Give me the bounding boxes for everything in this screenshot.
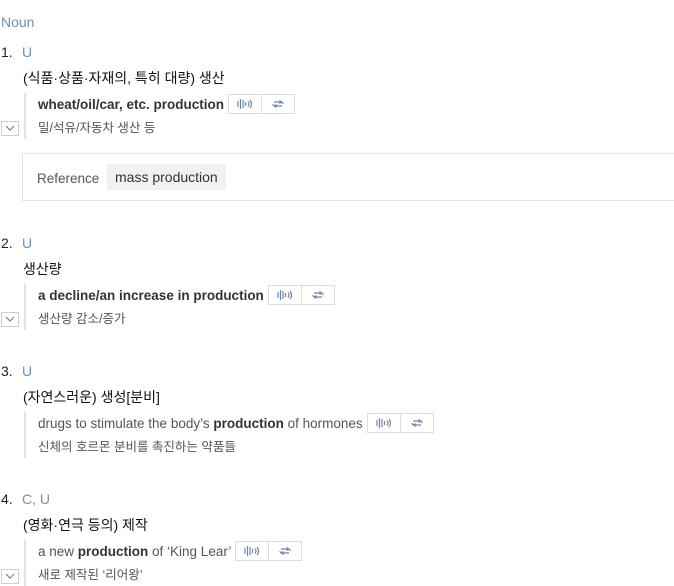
- chevron-down-icon: [5, 125, 15, 131]
- listen-button[interactable]: [269, 286, 301, 304]
- grammar-code: U: [22, 44, 33, 60]
- example-4: a new production of ‘King Lear’ 새로 제작된 ‘…: [24, 540, 666, 586]
- example-korean: 밀/석유/자동차 생산 등: [38, 121, 156, 135]
- sense-number: 3.: [1, 363, 13, 379]
- sense-definition: (자연스러운) 생성[분비]: [23, 389, 160, 405]
- reference-link[interactable]: mass production: [107, 164, 226, 190]
- repeat-icon: [279, 547, 291, 555]
- sound-wave-icon: [376, 418, 391, 428]
- sense-number: 2.: [1, 235, 13, 251]
- listen-button[interactable]: [229, 95, 261, 113]
- toggle-button[interactable]: [1, 121, 19, 136]
- example-english: wheat/oil/car, etc. production: [38, 93, 296, 115]
- sense-number: 1.: [1, 44, 13, 60]
- reference-box: Reference mass production: [22, 153, 674, 201]
- repeat-button[interactable]: [261, 95, 294, 113]
- sense-definition: (영화·연극 등의) 제작: [23, 517, 148, 533]
- example-korean: 새로 제작된 ‘리어왕’: [38, 568, 143, 582]
- example-english-pre: drugs to stimulate the body’s: [38, 415, 214, 431]
- example-audio-controls: [267, 285, 335, 305]
- example-english-post: of ‘King Lear’: [148, 543, 232, 559]
- sound-wave-icon: [277, 290, 292, 300]
- example-english: a decline/an increase in production: [38, 284, 335, 306]
- repeat-icon: [272, 100, 284, 108]
- sound-wave-icon: [237, 99, 253, 109]
- listen-button[interactable]: [236, 542, 268, 560]
- sense-definition: (식품·상품·자재의, 특히 대량) 생산: [23, 70, 225, 86]
- example-audio-controls: [228, 94, 296, 114]
- example-english-post: of hormones: [283, 415, 363, 431]
- toggle-button[interactable]: [1, 312, 19, 327]
- example-2: a decline/an increase in production 생산량 …: [24, 284, 666, 330]
- repeat-button[interactable]: [399, 414, 433, 432]
- sound-wave-icon: [244, 546, 260, 556]
- example-english: drugs to stimulate the body’s production…: [38, 412, 434, 434]
- pos-label: Noun: [1, 14, 35, 30]
- chevron-down-icon: [5, 573, 15, 579]
- repeat-button[interactable]: [268, 542, 301, 560]
- example-audio-controls: [235, 541, 303, 561]
- example-english-pre: a new: [38, 543, 78, 559]
- grammar-code: C, U: [22, 491, 50, 507]
- example-english-bold: wheat/oil/car, etc. production: [38, 96, 225, 112]
- example-english-bold: a decline/an increase in production: [38, 287, 264, 303]
- example-1: wheat/oil/car, etc. production 밀/석유/자동차 …: [24, 93, 666, 139]
- grammar-code: U: [22, 363, 33, 379]
- sense-number: 4.: [1, 491, 13, 507]
- reference-label: Reference: [37, 171, 100, 186]
- example-korean: 생산량 감소/증가: [38, 312, 126, 326]
- toggle-button[interactable]: [1, 569, 19, 584]
- listen-button[interactable]: [368, 414, 400, 432]
- example-english-bold: production: [213, 415, 284, 431]
- example-english-bold: production: [77, 543, 149, 559]
- example-3: drugs to stimulate the body’s production…: [24, 412, 666, 458]
- repeat-button[interactable]: [300, 286, 334, 304]
- example-english: a new production of ‘King Lear’: [38, 540, 303, 562]
- chevron-down-icon: [5, 316, 15, 322]
- repeat-icon: [411, 419, 423, 427]
- sense-definition: 생산량: [23, 261, 62, 277]
- grammar-code: U: [22, 235, 33, 251]
- repeat-icon: [312, 291, 324, 299]
- example-korean: 신체의 호르몬 분비를 촉진하는 약품들: [38, 440, 236, 454]
- example-audio-controls: [366, 413, 434, 433]
